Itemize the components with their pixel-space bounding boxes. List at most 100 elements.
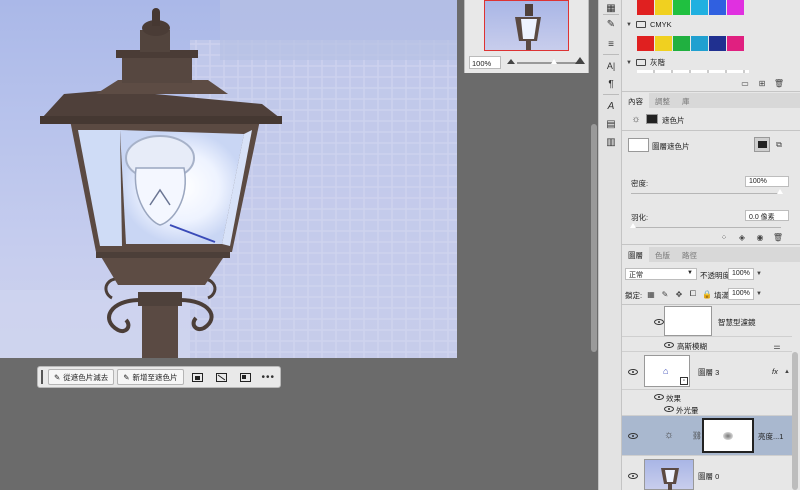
select-pixel-mask-button[interactable]	[754, 137, 770, 152]
layer-row-brightness-adjustment[interactable]: ☼ ⛓ 亮度...1	[622, 416, 792, 456]
more-options-icon[interactable]: •••	[260, 372, 277, 383]
adjustments-panel-icon[interactable]: ≡	[604, 38, 618, 50]
add-to-mask-button[interactable]: ✎ 新增至遮色片	[117, 369, 184, 385]
mask-option-2-button[interactable]	[211, 369, 232, 385]
chevron-down-icon[interactable]: ▼	[754, 289, 764, 299]
swatch[interactable]	[727, 36, 744, 51]
swatch[interactable]	[709, 36, 726, 51]
mask-feather-icon	[240, 372, 252, 382]
layer-3-thumbnail[interactable]: ⌂ ▫	[644, 355, 690, 387]
eye-icon[interactable]	[628, 473, 638, 479]
vector-mask-icon[interactable]: ⧉	[774, 140, 784, 150]
mask-thumbnail[interactable]	[628, 138, 649, 152]
document-canvas[interactable]	[0, 0, 457, 358]
smart-filters-row[interactable]: 智慧型濾鏡	[622, 305, 792, 337]
swatch[interactable]	[637, 36, 654, 51]
eye-icon[interactable]	[628, 369, 638, 375]
filter-row-gaussian-blur[interactable]: 高斯模糊 ⚌	[622, 338, 792, 352]
tab-properties[interactable]: 內容	[622, 93, 649, 108]
eye-icon[interactable]	[654, 394, 664, 400]
properties-panel-icon[interactable]: ▥	[604, 136, 618, 148]
drag-handle[interactable]	[41, 370, 43, 384]
gaussian-blur-label: 高斯模糊	[677, 342, 707, 351]
fill-field[interactable]: 100%	[728, 288, 754, 300]
swatch[interactable]	[691, 0, 708, 15]
tab-paths[interactable]: 路徑	[676, 247, 703, 262]
swatch[interactable]	[655, 0, 672, 15]
swatch-group-label: CMYK	[649, 20, 672, 29]
zoom-out-icon[interactable]	[507, 59, 515, 64]
lock-image-icon[interactable]: ✎	[660, 289, 670, 299]
zoom-slider-knob[interactable]	[551, 59, 557, 64]
eye-icon[interactable]	[628, 433, 638, 439]
lock-artboard-icon[interactable]: ⧠	[688, 289, 698, 299]
swatch[interactable]	[673, 36, 690, 51]
brush-panel-icon[interactable]: ✎	[604, 18, 618, 30]
blend-mode-select[interactable]: 正常 ▼	[625, 268, 697, 280]
swatch[interactable]	[691, 36, 708, 51]
lock-position-icon[interactable]: ✥	[674, 289, 684, 299]
effect-row-outer-glow[interactable]: 外光暈	[622, 403, 792, 416]
lock-transparent-icon[interactable]: ▦	[646, 289, 656, 299]
brush-icon: ✎	[123, 372, 130, 382]
layer-row-layer-0[interactable]: 圖層 0	[622, 457, 792, 490]
eye-icon[interactable]: ◉	[755, 232, 765, 242]
density-slider-knob[interactable]	[777, 189, 783, 194]
swatch[interactable]	[727, 0, 744, 15]
swatch[interactable]	[637, 0, 654, 15]
subtract-from-mask-button[interactable]: ✎ 從遮色片減去	[47, 369, 115, 385]
layer-0-thumbnail[interactable]	[644, 459, 694, 490]
apply-mask-icon[interactable]: ◈	[737, 232, 747, 242]
chevron-down-icon[interactable]: ▼	[754, 269, 764, 279]
folder-new-icon[interactable]: ▭	[740, 78, 750, 88]
effects-row[interactable]: 效果	[622, 391, 792, 403]
density-field[interactable]: 100%	[745, 176, 789, 187]
scrollbar-thumb[interactable]	[591, 124, 597, 352]
feather-slider[interactable]	[631, 227, 781, 228]
lock-all-icon[interactable]: 🔒	[702, 289, 712, 299]
eye-icon[interactable]	[664, 342, 674, 348]
link-icon[interactable]: ⛓	[692, 430, 702, 440]
zoom-field[interactable]: 100%	[469, 56, 501, 69]
canvas-vertical-scrollbar[interactable]	[590, 0, 598, 490]
zoom-in-icon[interactable]	[575, 57, 585, 64]
history-panel-icon[interactable]: ▤	[604, 118, 618, 130]
paragraph-panel-icon[interactable]: ¶	[604, 78, 618, 90]
swatch[interactable]	[655, 36, 672, 51]
fx-icon[interactable]: fx	[772, 367, 778, 376]
feather-field[interactable]: 0.0 像素	[745, 210, 789, 221]
glyphs-panel-icon[interactable]: A	[604, 100, 618, 112]
zoom-slider[interactable]	[517, 62, 577, 64]
feather-slider-knob[interactable]	[630, 223, 636, 228]
mask-option-1-button[interactable]	[187, 369, 208, 385]
swatches-panel-icon[interactable]: ▦	[604, 2, 618, 14]
trash-icon[interactable]: 🗑	[774, 78, 784, 88]
swatch[interactable]	[673, 0, 690, 15]
layers-scrollbar[interactable]	[792, 352, 798, 490]
gray-swatch-strip[interactable]	[637, 70, 749, 73]
tab-libraries[interactable]: 庫	[676, 93, 696, 108]
adjustment-layer-name: 亮度...1	[758, 432, 784, 441]
swatch-group-cmyk[interactable]: ▼ CMYK	[626, 20, 672, 29]
tab-adjustments[interactable]: 調整	[649, 93, 676, 108]
street-lamp-photo	[0, 0, 457, 358]
tab-channels[interactable]: 色版	[649, 247, 676, 262]
new-swatch-icon[interactable]: ⊞	[757, 78, 767, 88]
navigator-thumbnail[interactable]	[484, 0, 569, 51]
filter-options-icon[interactable]: ⚌	[772, 341, 782, 351]
smart-filter-mask-thumbnail[interactable]	[664, 306, 712, 336]
tab-layers[interactable]: 圖層	[622, 247, 649, 262]
eye-icon[interactable]	[654, 319, 664, 325]
swatch-group-gray[interactable]: ▼ 灰階	[626, 57, 665, 68]
trash-icon[interactable]: 🗑	[773, 232, 783, 242]
layer-row-layer-3[interactable]: ⌂ ▫ 圖層 3 fx ▲	[622, 353, 792, 390]
opacity-field[interactable]: 100%	[728, 268, 754, 280]
mask-option-3-button[interactable]	[235, 369, 256, 385]
chevron-up-icon[interactable]: ▲	[782, 367, 792, 377]
load-selection-icon[interactable]: ⁘	[719, 232, 729, 242]
adjustment-mask-thumbnail[interactable]	[702, 418, 754, 453]
density-slider[interactable]	[631, 193, 781, 194]
swatch[interactable]	[709, 0, 726, 15]
character-panel-icon[interactable]: A|	[604, 60, 618, 72]
eye-icon[interactable]	[664, 406, 674, 412]
